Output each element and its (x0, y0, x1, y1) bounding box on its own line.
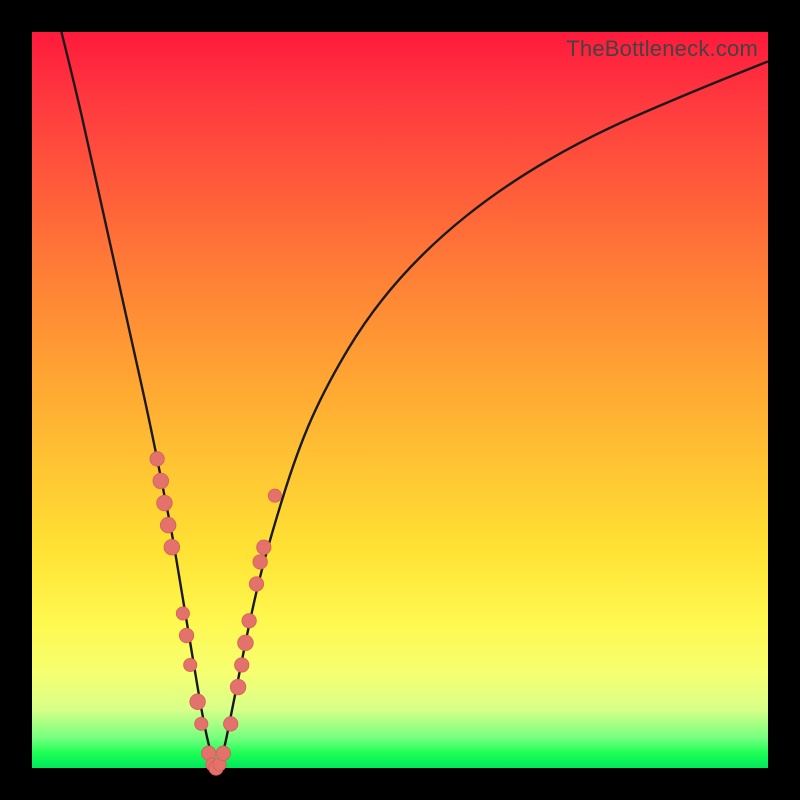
data-marker (257, 540, 271, 554)
data-marker (150, 452, 164, 466)
data-marker (216, 746, 230, 760)
chart-svg (32, 32, 768, 768)
data-marker (160, 517, 176, 533)
data-marker (179, 628, 193, 642)
outer-frame: TheBottleneck.com (0, 0, 800, 800)
data-marker (230, 679, 246, 695)
data-marker (238, 635, 254, 651)
bottleneck-curve-path (61, 32, 768, 764)
data-marker (235, 658, 249, 672)
plot-area: TheBottleneck.com (32, 32, 768, 768)
data-marker (253, 555, 267, 569)
data-marker (224, 717, 238, 731)
data-marker (268, 489, 281, 502)
data-marker (164, 539, 180, 555)
data-marker (242, 614, 256, 628)
data-marker (153, 473, 169, 489)
data-marker (190, 694, 206, 710)
data-marker (184, 658, 197, 671)
data-marker (157, 495, 173, 511)
data-marker (195, 717, 208, 730)
data-marker (249, 577, 263, 591)
markers-group (150, 452, 282, 776)
data-marker (176, 607, 189, 620)
